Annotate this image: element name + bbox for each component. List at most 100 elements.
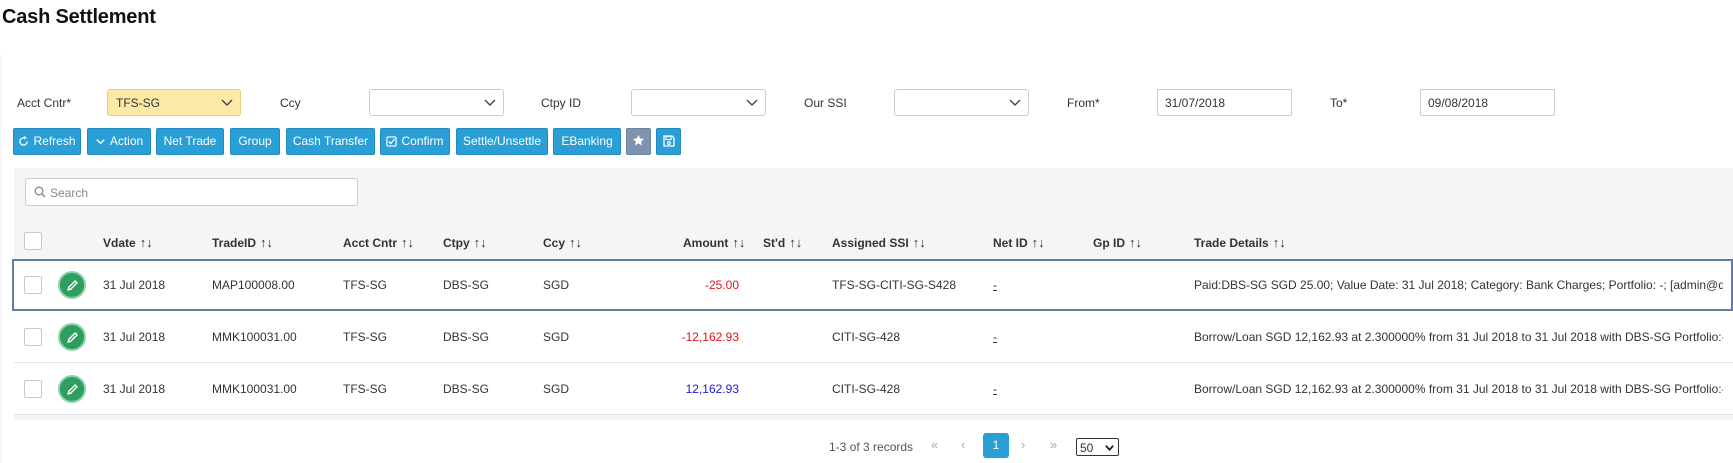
confirm-label: Confirm [401, 134, 444, 148]
column-header-label: Acct Cntr [343, 236, 398, 250]
from-date-input[interactable]: 31/07/2018 [1157, 89, 1292, 116]
column-header-ccy[interactable]: Ccy ↑↓ [543, 235, 582, 250]
edit-button[interactable] [58, 271, 86, 299]
column-header-acct-cntr[interactable]: Acct Cntr ↑↓ [343, 235, 414, 250]
page-title: Cash Settlement [2, 6, 156, 28]
pencil-icon [67, 279, 79, 291]
select-all-checkbox[interactable] [24, 232, 42, 250]
prev-page-button[interactable]: ‹ [961, 437, 965, 452]
ctpy-id-select[interactable] [631, 89, 766, 116]
ccy-cell: SGD [543, 330, 570, 344]
column-header-label: Ctpy [443, 236, 470, 250]
amount-cell: 12,162.93 [685, 382, 739, 396]
star-icon [632, 134, 645, 146]
column-header-assigned-ssi[interactable]: Assigned SSI ↑↓ [832, 235, 926, 250]
cash-transfer-button[interactable]: Cash Transfer [286, 128, 375, 155]
column-header-label: Ccy [543, 236, 566, 250]
action-button[interactable]: Action [87, 128, 151, 155]
net-id-link[interactable]: - [993, 330, 997, 344]
ccy-cell: SGD [543, 382, 570, 396]
sort-icon[interactable]: ↑↓ [1032, 235, 1045, 250]
column-header-label: Gp ID [1093, 236, 1125, 250]
trade-id-cell: MAP100008.00 [212, 278, 295, 292]
ccy-cell: SGD [543, 278, 570, 292]
column-header-net-id[interactable]: Net ID ↑↓ [993, 235, 1045, 250]
settle-unsettle-button[interactable]: Settle/Unsettle [456, 128, 548, 155]
net-trade-button[interactable]: Net Trade [156, 128, 224, 155]
last-page-button[interactable]: » [1050, 437, 1057, 452]
favorite-button[interactable] [626, 128, 651, 155]
trade-details-cell: Paid:DBS-SG SGD 25.00; Value Date: 31 Ju… [1194, 278, 1723, 292]
column-header-vdate[interactable]: Vdate ↑↓ [103, 235, 153, 250]
column-header-tradeid[interactable]: TradeID ↑↓ [212, 235, 273, 250]
edit-button[interactable] [58, 375, 86, 403]
sort-icon[interactable]: ↑↓ [140, 235, 153, 250]
sort-icon[interactable]: ↑↓ [474, 235, 487, 250]
sort-icon[interactable]: ↑↓ [1273, 235, 1286, 250]
ebanking-button[interactable]: EBanking [553, 128, 621, 155]
vdate-cell: 31 Jul 2018 [103, 278, 166, 292]
action-label: Action [109, 134, 144, 148]
next-page-button[interactable]: › [1021, 437, 1025, 452]
first-page-button[interactable]: « [931, 437, 938, 452]
sort-icon[interactable]: ↑↓ [732, 235, 745, 250]
column-header-label: Net ID [993, 236, 1028, 250]
refresh-icon [19, 135, 29, 146]
net-id-link[interactable]: - [993, 382, 997, 396]
trade-id-cell: MMK100031.00 [212, 330, 297, 344]
sort-icon[interactable]: ↑↓ [913, 235, 926, 250]
sort-icon[interactable]: ↑↓ [401, 235, 414, 250]
search-input[interactable]: Search [25, 178, 358, 206]
page-size-select[interactable]: 50 [1076, 438, 1119, 456]
row-checkbox[interactable] [24, 276, 42, 294]
column-header-label: Trade Details [1194, 236, 1269, 250]
chevron-down-icon [221, 99, 233, 106]
to-date-input[interactable]: 09/08/2018 [1420, 89, 1555, 116]
column-header-label: St'd [763, 236, 786, 250]
refresh-label: Refresh [33, 134, 76, 148]
column-header-label: Amount [683, 236, 729, 250]
row-checkbox[interactable] [24, 380, 42, 398]
ctpy-cell: DBS-SG [443, 278, 490, 292]
chevron-down-icon [1009, 99, 1021, 106]
column-header-stld[interactable]: St'd ↑↓ [763, 235, 802, 250]
confirm-button[interactable]: Confirm [380, 128, 450, 155]
acct-cntr-label: Acct Cntr* [17, 96, 72, 110]
pencil-icon [67, 383, 79, 395]
acct-cntr-cell: TFS-SG [343, 278, 387, 292]
acct-cntr-select[interactable]: TFS-SG [107, 89, 241, 116]
our-ssi-select[interactable] [894, 89, 1029, 116]
to-label: To* [1330, 96, 1348, 110]
amount-cell: -12,162.93 [681, 330, 739, 344]
net-id-link[interactable]: - [993, 278, 997, 292]
ccy-select[interactable] [369, 89, 504, 116]
group-button[interactable]: Group [230, 128, 280, 155]
vdate-cell: 31 Jul 2018 [103, 382, 166, 396]
acct-cntr-value: TFS-SG [116, 96, 160, 110]
trade-id-cell: MMK100031.00 [212, 382, 297, 396]
chevron-down-icon [1105, 445, 1114, 452]
column-header-ctpy[interactable]: Ctpy ↑↓ [443, 235, 487, 250]
column-header-trade-details[interactable]: Trade Details ↑↓ [1194, 235, 1286, 250]
sort-icon[interactable]: ↑↓ [260, 235, 273, 250]
trade-details-cell: Borrow/Loan SGD 12,162.93 at 2.300000% f… [1194, 330, 1723, 344]
save-icon [662, 135, 675, 147]
column-header-gp-id[interactable]: Gp ID ↑↓ [1093, 235, 1142, 250]
sort-icon[interactable]: ↑↓ [1129, 235, 1142, 250]
refresh-button[interactable]: Refresh [13, 128, 81, 155]
sort-icon[interactable]: ↑↓ [569, 235, 582, 250]
ctpy-cell: DBS-SG [443, 330, 490, 344]
save-button[interactable] [656, 128, 681, 155]
chevron-down-icon [746, 99, 758, 106]
from-label: From* [1067, 96, 1100, 110]
column-header-amount[interactable]: Amount ↑↓ [683, 235, 745, 250]
acct-cntr-cell: TFS-SG [343, 330, 387, 344]
row-checkbox[interactable] [24, 328, 42, 346]
page-1-button[interactable]: 1 [983, 433, 1009, 458]
column-header-label: Vdate [103, 236, 136, 250]
checkbox-icon [386, 136, 398, 147]
assigned-ssi-cell: CITI-SG-428 [832, 382, 901, 396]
edit-button[interactable] [58, 323, 86, 351]
sort-icon[interactable]: ↑↓ [789, 235, 802, 250]
trade-details-cell: Borrow/Loan SGD 12,162.93 at 2.300000% f… [1194, 382, 1723, 396]
